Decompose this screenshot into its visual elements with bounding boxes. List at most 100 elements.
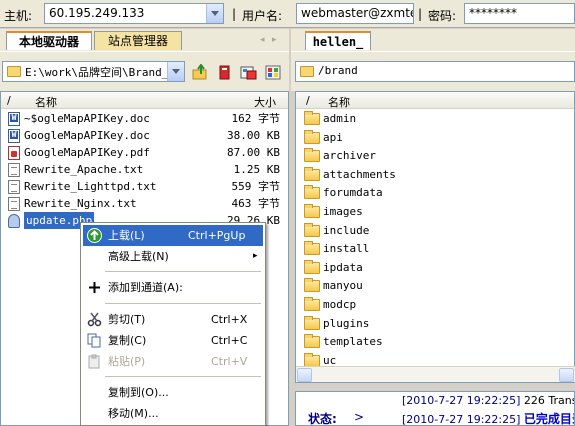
folder-name: manyou <box>323 279 363 293</box>
folder-name: admin <box>323 112 357 125</box>
word-doc-icon <box>8 112 20 126</box>
new-folder-icon[interactable] <box>240 64 258 81</box>
folder-name: modcp <box>323 298 357 311</box>
up-dir-marker[interactable]: / <box>306 94 310 107</box>
menu-item-label: 上载(L) <box>108 229 145 242</box>
menu-item-label: 添加到通道(A): <box>108 281 183 294</box>
column-header-name[interactable]: 名称 <box>35 94 57 110</box>
log-text: 已完成目录 <box>523 412 574 426</box>
horizontal-scrollbar[interactable] <box>296 366 575 382</box>
tab-scroll-left-icon[interactable]: ◂ <box>260 35 265 45</box>
username-label: 用户名: <box>242 9 283 23</box>
file-name: Rewrite_Lighttpd.txt <box>24 180 157 193</box>
log-pane: 状态: > [2010-7-27 19:22:25] 226 Transfer … <box>295 391 575 426</box>
menu-item-cut[interactable]: 剪切(T) Ctrl+X <box>83 309 263 330</box>
folder-name: templates <box>323 335 383 349</box>
scroll-left-button[interactable] <box>297 368 312 382</box>
log-line: [2010-7-27 19:22:25] 226 Transfer <box>402 394 574 407</box>
folder-name: plugins <box>323 316 370 330</box>
up-folder-icon[interactable] <box>192 64 210 81</box>
connection-bar: 主机: 60.195.249.133 | 用户名: webmaster@zxmt… <box>0 0 575 28</box>
menu-separator <box>105 303 261 304</box>
tab-remote-session[interactable]: hellen_ <box>305 31 371 50</box>
remote-path-bar: /brand <box>291 51 575 91</box>
refresh-icon[interactable] <box>264 64 282 81</box>
log-time: [2010-7-27 19:22:25] <box>402 413 521 426</box>
local-path-combobox[interactable]: E:\work\品牌空间\Brand_1 <box>2 61 185 82</box>
word-doc-icon <box>8 129 20 143</box>
folder-icon <box>304 204 320 218</box>
menu-item-copy-to[interactable]: 复制到(O)... <box>83 382 263 403</box>
host-label: 主机: <box>4 9 33 23</box>
menu-item-add-to-queue[interactable]: 添加到通道(A): <box>83 277 263 298</box>
copy-icon <box>87 333 101 348</box>
folder-icon <box>304 315 320 330</box>
text-file-icon <box>8 180 20 194</box>
host-combobox[interactable]: 60.195.249.133 <box>44 3 224 24</box>
menu-item-label: 剪切(T) <box>108 313 146 326</box>
log-line: [2010-7-27 19:22:25] 已完成目录 <box>402 410 574 426</box>
menu-separator <box>105 376 261 377</box>
remote-file-list[interactable]: / 名称 admin api archiver attachments forumdat… <box>295 91 575 383</box>
menu-item-upload[interactable]: 上载(L) Ctrl+PgUp <box>83 225 263 246</box>
delete-file-icon[interactable] <box>216 64 234 81</box>
file-name: Rewrite_Nginx.txt <box>24 197 137 210</box>
folder-name: images <box>323 205 363 218</box>
folder-icon <box>7 66 21 77</box>
tab-local-drives[interactable]: 本地驱动器 <box>6 31 92 50</box>
folder-icon <box>304 185 320 200</box>
menu-item-accelerator: Ctrl+X <box>211 313 248 326</box>
folder-icon <box>304 241 320 256</box>
scissors-icon <box>87 312 102 327</box>
username-input[interactable]: webmaster@zxmtest <box>296 3 414 24</box>
menu-item-label: 高级上载(N) <box>108 250 169 263</box>
left-tab-strip: 本地驱动器 站点管理器 ◂ ▸ <box>0 29 289 51</box>
menu-item-move-to[interactable]: 移动(M)... <box>83 403 263 424</box>
php-file-icon <box>8 214 20 228</box>
up-dir-marker[interactable]: / <box>7 94 11 107</box>
log-text: 226 Transfer <box>523 394 574 407</box>
column-header-name[interactable]: 名称 <box>328 94 350 110</box>
scroll-right-button[interactable] <box>559 368 574 382</box>
remote-list-header: / 名称 <box>296 92 574 109</box>
folder-icon <box>304 297 320 311</box>
folder-icon <box>304 222 320 237</box>
password-input[interactable]: ******** <box>464 3 575 24</box>
menu-item-paste[interactable]: 粘贴(P) Ctrl+V <box>83 351 263 372</box>
pdf-file-icon <box>8 146 20 160</box>
plus-icon <box>89 282 100 293</box>
upload-icon <box>87 228 102 243</box>
remote-path-input[interactable]: /brand <box>295 61 575 82</box>
folder-icon <box>304 334 320 349</box>
tab-site-manager[interactable]: 站点管理器 <box>94 31 182 50</box>
menu-item-accelerator: Ctrl+PgUp <box>188 229 246 242</box>
folder-name: forumdata <box>323 186 383 200</box>
file-name: GoogleMapAPIKey.doc <box>24 129 150 142</box>
menu-item-label: 移动(M)... <box>108 407 159 420</box>
divider: | <box>418 7 423 21</box>
folder-icon <box>300 66 314 77</box>
file-name: ~$ogleMapAPIKey.doc <box>24 112 150 125</box>
host-dropdown-arrow-icon[interactable] <box>206 4 223 23</box>
menu-item-copy[interactable]: 复制(C) Ctrl+C <box>83 330 263 351</box>
path-dropdown-arrow-icon[interactable] <box>167 62 184 81</box>
divider: | <box>232 7 237 21</box>
password-label: 密码: <box>428 9 457 23</box>
status-label: 状态: <box>308 412 337 426</box>
local-path-bar: E:\work\品牌空间\Brand_1 <box>0 51 289 91</box>
menu-separator <box>105 271 261 272</box>
folder-icon <box>304 148 320 163</box>
log-time: [2010-7-27 19:22:25] <box>402 394 521 407</box>
file-size: 162 字节 <box>231 112 281 125</box>
folder-icon <box>304 278 320 293</box>
file-size: 87.00 KB <box>227 146 280 159</box>
menu-item-accelerator: Ctrl+C <box>211 334 248 347</box>
menu-item-advanced-upload[interactable]: 高级上载(N) ▸ <box>83 246 263 267</box>
menu-item-label: 复制(C) <box>108 334 147 347</box>
file-name: Rewrite_Apache.txt <box>24 163 144 176</box>
host-value: 60.195.249.133 <box>49 6 145 20</box>
folder-name: ipdata <box>323 260 363 274</box>
tab-scroll-right-icon[interactable]: ▸ <box>272 35 277 45</box>
column-header-size[interactable]: 大小 <box>254 94 276 110</box>
submenu-arrow-icon: ▸ <box>253 251 258 261</box>
